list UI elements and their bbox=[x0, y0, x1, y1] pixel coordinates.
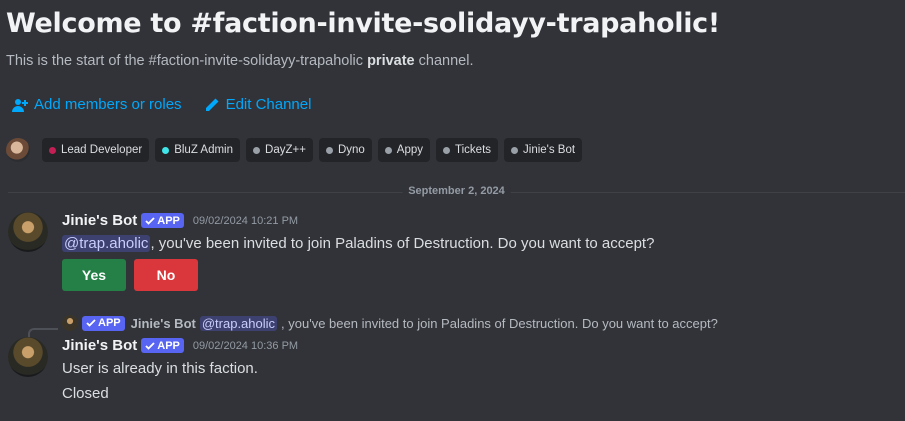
channel-roles-row: Lead Developer BluZ Admin DayZ++ Dyno Ap… bbox=[6, 138, 588, 162]
app-badge-label: APP bbox=[157, 214, 180, 227]
add-members-label: Add members or roles bbox=[34, 96, 182, 113]
message-text: , you've been invited to join Paladins o… bbox=[150, 235, 655, 252]
welcome-subtitle: This is the start of the #faction-invite… bbox=[6, 53, 720, 69]
role-pill-dayz[interactable]: DayZ++ bbox=[246, 138, 313, 162]
reply-preview[interactable]: APP Jinie's Bot @trap.aholic, you've bee… bbox=[62, 315, 718, 331]
member-avatar[interactable] bbox=[6, 138, 30, 162]
pencil-icon bbox=[205, 98, 219, 111]
channel-welcome-header: Welcome to #faction-invite-solidayy-trap… bbox=[6, 8, 720, 69]
message-text: User is already in this faction. bbox=[62, 360, 258, 377]
welcome-sub-prefix: This is the start of the #faction-invite… bbox=[6, 53, 368, 69]
message-header: Jinie's Bot APP 09/02/2024 10:21 PM bbox=[62, 212, 654, 229]
message-content: @trap.aholic, you've been invited to joi… bbox=[62, 235, 654, 252]
edit-channel-button[interactable]: Edit Channel bbox=[204, 96, 312, 113]
message-status-text: Closed bbox=[62, 385, 109, 402]
reply-text: , you've been invited to join Paladins o… bbox=[281, 315, 718, 331]
user-mention[interactable]: @trap.aholic bbox=[62, 235, 151, 252]
role-label: Appy bbox=[396, 144, 424, 156]
role-pill-lead-developer[interactable]: Lead Developer bbox=[42, 138, 150, 162]
app-badge-label: APP bbox=[157, 339, 180, 352]
bot-avatar[interactable] bbox=[8, 337, 48, 377]
welcome-title: Welcome to #faction-invite-solidayy-trap… bbox=[6, 8, 720, 39]
checkmark-icon bbox=[86, 319, 96, 327]
add-members-button[interactable]: Add members or roles bbox=[12, 96, 182, 113]
role-color-dot bbox=[443, 146, 451, 154]
message-header: Jinie's Bot APP 09/02/2024 10:36 PM bbox=[62, 337, 298, 354]
app-badge: APP bbox=[141, 338, 184, 353]
role-label: Jinie's Bot bbox=[523, 144, 576, 156]
message-timestamp[interactable]: 09/02/2024 10:36 PM bbox=[193, 340, 298, 352]
add-member-icon bbox=[12, 98, 28, 112]
reply-avatar bbox=[62, 315, 78, 331]
no-button[interactable]: No bbox=[134, 259, 198, 291]
welcome-sub-private: private bbox=[367, 53, 415, 69]
bot-avatar[interactable] bbox=[8, 212, 48, 252]
role-color-dot bbox=[384, 146, 392, 154]
role-label: Dyno bbox=[337, 144, 365, 156]
role-pill-dyno[interactable]: Dyno bbox=[318, 138, 372, 162]
role-pill-tickets[interactable]: Tickets bbox=[436, 138, 499, 162]
role-label: Lead Developer bbox=[61, 144, 143, 156]
role-color-dot bbox=[162, 146, 170, 154]
date-divider: September 2, 2024 bbox=[8, 185, 905, 197]
app-badge: APP bbox=[141, 213, 184, 228]
role-label: Tickets bbox=[455, 144, 492, 156]
message-author[interactable]: Jinie's Bot bbox=[62, 337, 137, 354]
message-body: Jinie's Bot APP 09/02/2024 10:21 PM @tra… bbox=[62, 212, 654, 291]
channel-actions: Add members or roles Edit Channel bbox=[12, 96, 311, 113]
role-color-dot bbox=[49, 146, 56, 154]
message-buttons: Yes No bbox=[62, 259, 654, 291]
message-author[interactable]: Jinie's Bot bbox=[62, 212, 137, 229]
role-pill-jinies-bot[interactable]: Jinie's Bot bbox=[504, 138, 583, 162]
checkmark-icon bbox=[145, 216, 155, 225]
app-badge: APP bbox=[82, 315, 125, 331]
yes-button[interactable]: Yes bbox=[62, 259, 126, 291]
role-pill-bluz-admin[interactable]: BluZ Admin bbox=[155, 138, 241, 162]
role-label: BluZ Admin bbox=[174, 144, 234, 156]
role-color-dot bbox=[511, 146, 519, 154]
role-color-dot bbox=[253, 146, 261, 154]
message-body: Jinie's Bot APP 09/02/2024 10:36 PM User… bbox=[62, 337, 298, 402]
message-timestamp[interactable]: 09/02/2024 10:21 PM bbox=[193, 215, 298, 227]
reply-mention: @trap.aholic bbox=[199, 315, 278, 331]
reply-author: Jinie's Bot bbox=[130, 315, 196, 331]
welcome-sub-suffix: channel. bbox=[414, 53, 474, 69]
checkmark-icon bbox=[145, 341, 155, 350]
role-pill-appy[interactable]: Appy bbox=[377, 138, 431, 162]
role-label: DayZ++ bbox=[265, 144, 306, 156]
edit-channel-label: Edit Channel bbox=[225, 96, 312, 113]
date-divider-label: September 2, 2024 bbox=[402, 185, 511, 197]
role-color-dot bbox=[325, 146, 333, 154]
app-badge-label: APP bbox=[98, 317, 121, 329]
